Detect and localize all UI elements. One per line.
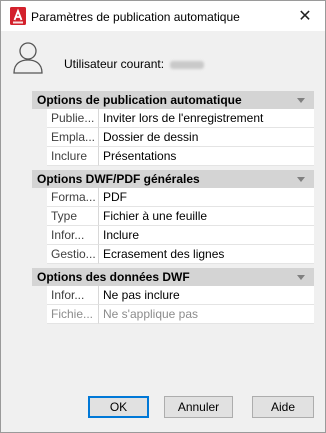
autocad-a-icon (10, 7, 26, 25)
title-bar[interactable]: Paramètres de publication automatique ✕ (1, 1, 325, 31)
property-value[interactable]: Dossier de dessin (99, 128, 314, 147)
section-title: Options des données DWF (37, 270, 190, 284)
property-value[interactable]: Inclure (99, 226, 314, 245)
property-row[interactable]: Inclure Présentations (32, 147, 314, 166)
property-value[interactable]: Présentations (99, 147, 314, 166)
property-value[interactable]: PDF (99, 188, 314, 207)
property-value: Ne s'applique pas (99, 305, 314, 324)
chevron-down-icon[interactable] (297, 98, 305, 103)
property-key: Infor... (47, 286, 99, 305)
current-user: Utilisateur courant: (64, 57, 205, 71)
property-key: Publie... (47, 109, 99, 128)
close-icon: ✕ (298, 8, 312, 25)
property-row[interactable]: Infor... Inclure (32, 226, 314, 245)
property-key: Fichie... (47, 305, 99, 324)
ok-button[interactable]: OK (88, 396, 149, 418)
property-key: Empla... (47, 128, 99, 147)
property-value[interactable]: Ecrasement des lignes (99, 245, 314, 264)
user-icon (13, 42, 43, 74)
property-value[interactable]: Fichier à une feuille (99, 207, 314, 226)
property-row[interactable]: Forma... PDF (32, 188, 314, 207)
cancel-button[interactable]: Annuler (164, 396, 233, 418)
property-row[interactable]: Type Fichier à une feuille (32, 207, 314, 226)
section-header-dwf-pdf-general[interactable]: Options DWF/PDF générales (32, 170, 314, 188)
help-button[interactable]: Aide (252, 396, 314, 418)
section-header-dwf-data[interactable]: Options des données DWF (32, 268, 314, 286)
property-key: Forma... (47, 188, 99, 207)
dialog-title: Paramètres de publication automatique (31, 10, 240, 24)
property-row[interactable]: Infor... Ne pas inclure (32, 286, 314, 305)
close-button[interactable]: ✕ (285, 1, 325, 31)
chevron-down-icon[interactable] (297, 177, 305, 182)
property-value[interactable]: Inviter lors de l'enregistrement (99, 109, 314, 128)
property-key: Gestio... (47, 245, 99, 264)
property-row-disabled: Fichie... Ne s'applique pas (32, 305, 314, 324)
section-title: Options DWF/PDF générales (37, 172, 200, 186)
dialog-window: Paramètres de publication automatique ✕ … (0, 0, 326, 433)
redacted-username (170, 60, 205, 69)
property-row[interactable]: Gestio... Ecrasement des lignes (32, 245, 314, 264)
section-header-auto-publish[interactable]: Options de publication automatique (32, 91, 314, 109)
property-row[interactable]: Publie... Inviter lors de l'enregistreme… (32, 109, 314, 128)
chevron-down-icon[interactable] (297, 275, 305, 280)
property-row[interactable]: Empla... Dossier de dessin (32, 128, 314, 147)
property-key: Inclure (47, 147, 99, 166)
current-user-label: Utilisateur courant: (64, 57, 165, 71)
property-value[interactable]: Ne pas inclure (99, 286, 314, 305)
property-key: Type (47, 207, 99, 226)
settings-property-grid: Options de publication automatique Publi… (32, 91, 314, 334)
property-key: Infor... (47, 226, 99, 245)
section-title: Options de publication automatique (37, 93, 242, 107)
